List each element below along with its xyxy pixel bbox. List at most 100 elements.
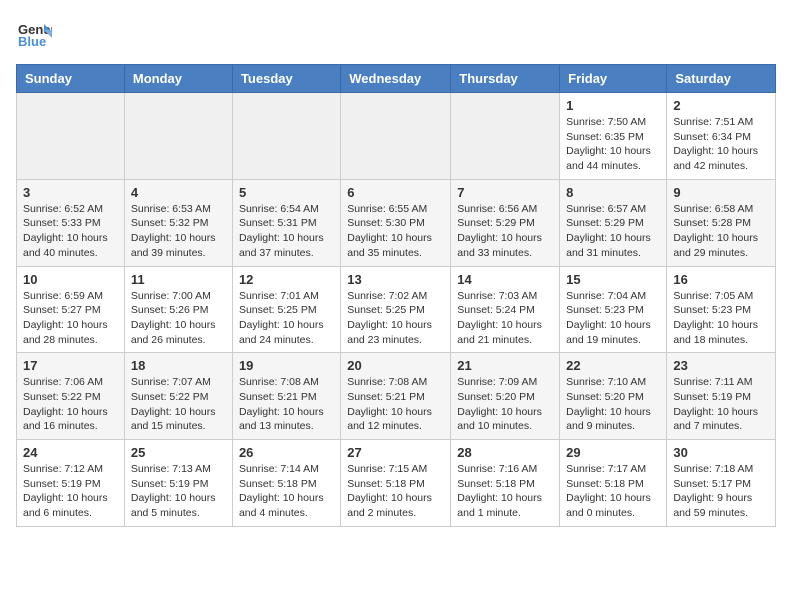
day-number: 10 [23, 272, 118, 287]
calendar-header-row: SundayMondayTuesdayWednesdayThursdayFrid… [17, 65, 776, 93]
day-number: 20 [347, 358, 444, 373]
calendar-cell: 28 Sunrise: 7:16 AM Sunset: 5:18 PM Dayli… [451, 440, 560, 527]
day-info: Sunrise: 7:18 AM Sunset: 5:17 PM Dayligh… [673, 462, 769, 521]
day-number: 9 [673, 185, 769, 200]
day-number: 14 [457, 272, 553, 287]
day-info: Sunrise: 7:07 AM Sunset: 5:22 PM Dayligh… [131, 375, 226, 434]
day-number: 29 [566, 445, 660, 460]
calendar-cell: 12 Sunrise: 7:01 AM Sunset: 5:25 PM Dayli… [232, 266, 340, 353]
day-number: 6 [347, 185, 444, 200]
column-header-friday: Friday [560, 65, 667, 93]
day-info: Sunrise: 6:54 AM Sunset: 5:31 PM Dayligh… [239, 202, 334, 261]
calendar-cell: 4 Sunrise: 6:53 AM Sunset: 5:32 PM Daylig… [124, 179, 232, 266]
calendar-cell: 26 Sunrise: 7:14 AM Sunset: 5:18 PM Dayli… [232, 440, 340, 527]
day-info: Sunrise: 7:00 AM Sunset: 5:26 PM Dayligh… [131, 289, 226, 348]
column-header-sunday: Sunday [17, 65, 125, 93]
calendar-cell: 8 Sunrise: 6:57 AM Sunset: 5:29 PM Daylig… [560, 179, 667, 266]
calendar-cell: 7 Sunrise: 6:56 AM Sunset: 5:29 PM Daylig… [451, 179, 560, 266]
calendar-week-row: 17Sunrise: 7:06 AM Sunset: 5:22 PM Dayli… [17, 353, 776, 440]
calendar-cell [17, 93, 125, 180]
day-number: 21 [457, 358, 553, 373]
day-number: 25 [131, 445, 226, 460]
calendar-cell: 18 Sunrise: 7:07 AM Sunset: 5:22 PM Dayli… [124, 353, 232, 440]
day-info: Sunrise: 7:08 AM Sunset: 5:21 PM Dayligh… [239, 375, 334, 434]
day-info: Sunrise: 7:04 AM Sunset: 5:23 PM Dayligh… [566, 289, 660, 348]
calendar-cell: 5 Sunrise: 6:54 AM Sunset: 5:31 PM Daylig… [232, 179, 340, 266]
calendar-table: SundayMondayTuesdayWednesdayThursdayFrid… [16, 64, 776, 527]
calendar-week-row: 3Sunrise: 6:52 AM Sunset: 5:33 PM Daylig… [17, 179, 776, 266]
logo: General Blue [16, 16, 52, 52]
column-header-saturday: Saturday [667, 65, 776, 93]
calendar-cell: 20 Sunrise: 7:08 AM Sunset: 5:21 PM Dayli… [341, 353, 451, 440]
day-info: Sunrise: 7:08 AM Sunset: 5:21 PM Dayligh… [347, 375, 444, 434]
day-number: 4 [131, 185, 226, 200]
calendar-cell [341, 93, 451, 180]
day-info: Sunrise: 7:50 AM Sunset: 6:35 PM Dayligh… [566, 115, 660, 174]
day-info: Sunrise: 7:02 AM Sunset: 5:25 PM Dayligh… [347, 289, 444, 348]
calendar-cell: 24 Sunrise: 7:12 AM Sunset: 5:19 PM Dayli… [17, 440, 125, 527]
calendar-cell [124, 93, 232, 180]
calendar-cell: 21 Sunrise: 7:09 AM Sunset: 5:20 PM Dayli… [451, 353, 560, 440]
calendar-cell: 27 Sunrise: 7:15 AM Sunset: 5:18 PM Dayli… [341, 440, 451, 527]
calendar-cell: 22 Sunrise: 7:10 AM Sunset: 5:20 PM Dayli… [560, 353, 667, 440]
day-number: 24 [23, 445, 118, 460]
day-info: Sunrise: 7:01 AM Sunset: 5:25 PM Dayligh… [239, 289, 334, 348]
day-number: 1 [566, 98, 660, 113]
calendar-cell: 15 Sunrise: 7:04 AM Sunset: 5:23 PM Dayli… [560, 266, 667, 353]
calendar-cell [451, 93, 560, 180]
calendar-cell: 3Sunrise: 6:52 AM Sunset: 5:33 PM Daylig… [17, 179, 125, 266]
day-number: 17 [23, 358, 118, 373]
day-info: Sunrise: 6:52 AM Sunset: 5:33 PM Dayligh… [23, 202, 118, 261]
day-number: 27 [347, 445, 444, 460]
calendar-cell: 9Sunrise: 6:58 AM Sunset: 5:28 PM Daylig… [667, 179, 776, 266]
day-info: Sunrise: 7:16 AM Sunset: 5:18 PM Dayligh… [457, 462, 553, 521]
day-info: Sunrise: 6:53 AM Sunset: 5:32 PM Dayligh… [131, 202, 226, 261]
column-header-monday: Monday [124, 65, 232, 93]
day-info: Sunrise: 7:03 AM Sunset: 5:24 PM Dayligh… [457, 289, 553, 348]
logo-icon: General Blue [16, 16, 52, 52]
day-number: 30 [673, 445, 769, 460]
calendar-week-row: 1 Sunrise: 7:50 AM Sunset: 6:35 PM Daylig… [17, 93, 776, 180]
day-number: 28 [457, 445, 553, 460]
calendar-cell: 30 Sunrise: 7:18 AM Sunset: 5:17 PM Dayli… [667, 440, 776, 527]
calendar-cell: 2 Sunrise: 7:51 AM Sunset: 6:34 PM Daylig… [667, 93, 776, 180]
day-number: 12 [239, 272, 334, 287]
day-info: Sunrise: 7:15 AM Sunset: 5:18 PM Dayligh… [347, 462, 444, 521]
page-header: General Blue [16, 16, 776, 52]
calendar-cell: 23Sunrise: 7:11 AM Sunset: 5:19 PM Dayli… [667, 353, 776, 440]
svg-text:Blue: Blue [18, 34, 46, 49]
day-info: Sunrise: 6:56 AM Sunset: 5:29 PM Dayligh… [457, 202, 553, 261]
calendar-cell: 11Sunrise: 7:00 AM Sunset: 5:26 PM Dayli… [124, 266, 232, 353]
calendar-week-row: 24 Sunrise: 7:12 AM Sunset: 5:19 PM Dayli… [17, 440, 776, 527]
calendar-cell: 10 Sunrise: 6:59 AM Sunset: 5:27 PM Dayli… [17, 266, 125, 353]
day-info: Sunrise: 6:55 AM Sunset: 5:30 PM Dayligh… [347, 202, 444, 261]
day-info: Sunrise: 7:14 AM Sunset: 5:18 PM Dayligh… [239, 462, 334, 521]
day-number: 18 [131, 358, 226, 373]
day-info: Sunrise: 7:17 AM Sunset: 5:18 PM Dayligh… [566, 462, 660, 521]
day-info: Sunrise: 7:12 AM Sunset: 5:19 PM Dayligh… [23, 462, 118, 521]
day-info: Sunrise: 7:05 AM Sunset: 5:23 PM Dayligh… [673, 289, 769, 348]
day-number: 16 [673, 272, 769, 287]
day-number: 2 [673, 98, 769, 113]
day-info: Sunrise: 7:10 AM Sunset: 5:20 PM Dayligh… [566, 375, 660, 434]
day-number: 22 [566, 358, 660, 373]
day-number: 8 [566, 185, 660, 200]
day-number: 7 [457, 185, 553, 200]
day-number: 15 [566, 272, 660, 287]
day-info: Sunrise: 7:09 AM Sunset: 5:20 PM Dayligh… [457, 375, 553, 434]
calendar-week-row: 10 Sunrise: 6:59 AM Sunset: 5:27 PM Dayli… [17, 266, 776, 353]
day-info: Sunrise: 6:59 AM Sunset: 5:27 PM Dayligh… [23, 289, 118, 348]
day-number: 5 [239, 185, 334, 200]
calendar-cell [232, 93, 340, 180]
day-number: 26 [239, 445, 334, 460]
day-number: 13 [347, 272, 444, 287]
calendar-cell: 6 Sunrise: 6:55 AM Sunset: 5:30 PM Daylig… [341, 179, 451, 266]
calendar-cell: 1 Sunrise: 7:50 AM Sunset: 6:35 PM Daylig… [560, 93, 667, 180]
day-info: Sunrise: 7:51 AM Sunset: 6:34 PM Dayligh… [673, 115, 769, 174]
day-info: Sunrise: 7:11 AM Sunset: 5:19 PM Dayligh… [673, 375, 769, 434]
day-number: 19 [239, 358, 334, 373]
calendar-cell: 13 Sunrise: 7:02 AM Sunset: 5:25 PM Dayli… [341, 266, 451, 353]
calendar-cell: 17Sunrise: 7:06 AM Sunset: 5:22 PM Dayli… [17, 353, 125, 440]
day-info: Sunrise: 7:13 AM Sunset: 5:19 PM Dayligh… [131, 462, 226, 521]
day-info: Sunrise: 6:57 AM Sunset: 5:29 PM Dayligh… [566, 202, 660, 261]
